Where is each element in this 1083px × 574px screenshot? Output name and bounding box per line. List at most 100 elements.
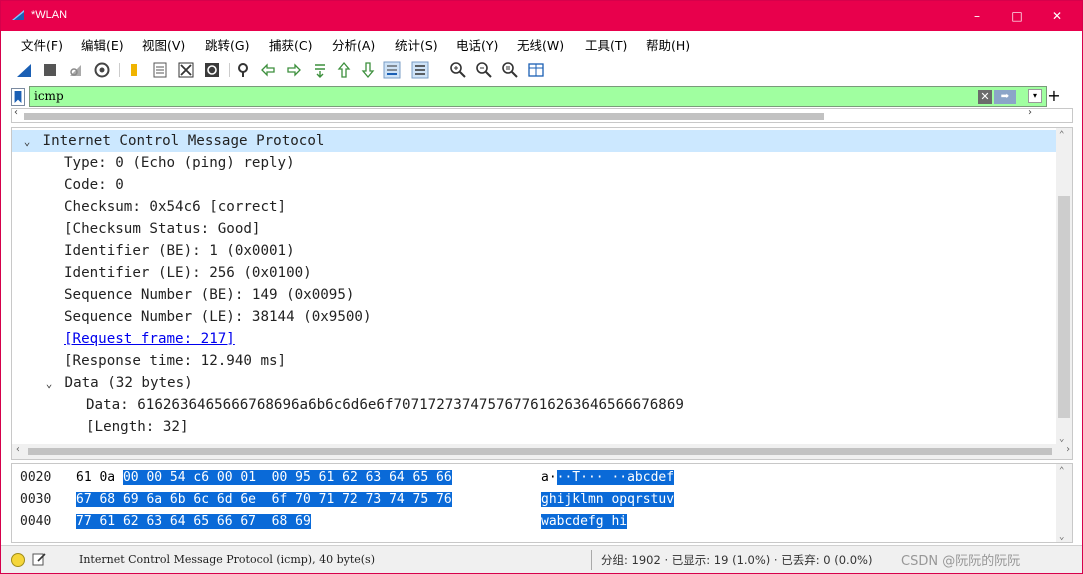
scroll-thumb[interactable] [28, 448, 1052, 455]
scroll-down-icon[interactable]: ⌄ [1059, 532, 1064, 542]
wireshark-fin-icon [12, 10, 24, 20]
menu-statistics[interactable]: 统计(S) [395, 35, 438, 54]
menu-edit[interactable]: 编辑(E) [81, 35, 124, 54]
scroll-up-icon[interactable]: ⌃ [1059, 130, 1064, 140]
detail-text: [Length: 32] [86, 419, 189, 435]
menu-view[interactable]: 视图(V) [142, 35, 185, 54]
scroll-right-icon[interactable]: › [1065, 444, 1071, 455]
detail-text: Type: 0 (Echo (ping) reply) [64, 155, 295, 171]
expert-info-led-icon[interactable] [11, 553, 25, 567]
go-back-icon[interactable] [259, 61, 277, 79]
add-filter-button[interactable]: + [1047, 86, 1061, 106]
status-bar: Internet Control Message Protocol (icmp)… [1, 545, 1082, 573]
stop-capture-icon[interactable] [41, 61, 59, 79]
menu-help[interactable]: 帮助(H) [646, 35, 690, 54]
reload-file-icon[interactable] [203, 61, 221, 79]
byte-offset: 0030 [20, 492, 52, 507]
autoscroll-icon[interactable] [383, 61, 401, 79]
filter-history-dropdown[interactable]: ▾ [1028, 89, 1042, 103]
byte-offset: 0020 [20, 470, 52, 485]
close-button[interactable]: ✕ [1049, 8, 1065, 24]
scroll-left-icon[interactable]: ‹ [15, 444, 21, 455]
find-packet-icon[interactable] [235, 61, 253, 79]
expand-chevron-icon[interactable]: ⌄ [42, 373, 56, 395]
detail-field-row[interactable]: Identifier (LE): 256 (0x0100) [12, 262, 312, 284]
hex-highlight: 00 00 54 c6 00 01 00 95 61 62 63 64 65 6… [122, 470, 452, 485]
detail-field-row[interactable]: Checksum: 0x54c6 [correct] [12, 196, 286, 218]
detail-field-row[interactable]: Code: 0 [12, 174, 124, 196]
menu-analyze[interactable]: 分析(A) [332, 35, 375, 54]
ascii-bytes: ghijklmn opqrstuv [541, 490, 675, 510]
detail-field-row[interactable]: [Request frame: 217] [12, 328, 235, 350]
detail-field-row[interactable]: Type: 0 (Echo (ping) reply) [12, 152, 295, 174]
start-capture-icon[interactable] [15, 61, 33, 79]
scroll-thumb[interactable] [24, 113, 824, 120]
hex-highlight: 77 61 62 63 64 65 66 67 68 69 [76, 514, 311, 529]
scroll-up-icon[interactable]: ⌃ [1059, 466, 1064, 476]
detail-text: Checksum: 0x54c6 [correct] [64, 199, 287, 215]
request-frame-link[interactable]: [Request frame: 217] [64, 331, 235, 347]
detail-text: [Checksum Status: Good] [64, 221, 261, 237]
zoom-in-icon[interactable] [449, 61, 467, 79]
bytes-vertical-scrollbar[interactable]: ⌃ ⌄ [1056, 464, 1072, 542]
close-file-icon[interactable] [177, 61, 195, 79]
open-file-icon[interactable] [125, 61, 143, 79]
menu-tools[interactable]: 工具(T) [585, 35, 627, 54]
packet-bytes-pane: 0020 61 0a 00 00 54 c6 00 01 00 95 61 62… [11, 463, 1073, 543]
scroll-left-icon[interactable]: ‹ [14, 109, 18, 118]
detail-field-row[interactable]: Sequence Number (BE): 149 (0x0095) [12, 284, 354, 306]
detail-field-row[interactable]: [Length: 32] [12, 416, 189, 438]
menu-file[interactable]: 文件(F) [21, 35, 63, 54]
capture-options-icon[interactable] [93, 61, 111, 79]
detail-field-row[interactable]: Data: 6162636465666768696a6b6c6d6e6f7071… [12, 394, 684, 416]
detail-text: [Response time: 12.940 ms] [64, 353, 287, 369]
save-file-icon[interactable] [151, 61, 169, 79]
scroll-right-icon[interactable]: › [1028, 109, 1032, 118]
expand-chevron-icon[interactable]: ⌄ [20, 131, 34, 153]
apply-filter-icon[interactable]: ➡ [994, 90, 1016, 104]
status-divider [591, 550, 592, 570]
detail-text: Identifier (BE): 1 (0x0001) [64, 243, 295, 259]
details-horizontal-scrollbar[interactable]: ‹ › [12, 444, 1072, 459]
hex-bytes: 77 61 62 63 64 65 66 67 68 69 [76, 512, 311, 532]
first-packet-icon[interactable] [335, 61, 353, 79]
edit-comment-icon[interactable] [31, 551, 47, 567]
go-forward-icon[interactable] [285, 61, 303, 79]
restart-capture-icon[interactable] [67, 61, 85, 79]
clear-filter-icon[interactable]: ✕ [978, 90, 992, 104]
scroll-down-icon[interactable]: ⌄ [1059, 434, 1064, 444]
last-packet-icon[interactable] [359, 61, 377, 79]
maximize-button[interactable]: □ [1009, 8, 1025, 24]
filter-bookmark-icon[interactable] [11, 88, 25, 106]
detail-text: Sequence Number (BE): 149 (0x0095) [64, 287, 355, 303]
detail-field-row[interactable]: [Response time: 12.940 ms] [12, 350, 286, 372]
display-filter-input[interactable]: icmp ✕ ➡ [29, 86, 1047, 107]
detail-field-row[interactable]: Sequence Number (LE): 38144 (0x9500) [12, 306, 372, 328]
menu-telephony[interactable]: 电话(Y) [456, 35, 498, 54]
details-vertical-scrollbar[interactable]: ⌃ ⌄ [1056, 128, 1072, 446]
menu-capture[interactable]: 捕获(C) [269, 35, 312, 54]
packet-list-scrollbar[interactable]: ‹ › [11, 108, 1073, 123]
minimize-button[interactable]: – [969, 8, 985, 24]
zoom-out-icon[interactable] [475, 61, 493, 79]
colorize-icon[interactable] [411, 61, 429, 79]
resize-columns-icon[interactable] [527, 61, 545, 79]
detail-text: Data (32 bytes) [64, 375, 193, 391]
detail-subtree-row[interactable]: ⌄ Data (32 bytes) [12, 372, 193, 394]
detail-field-row[interactable]: [Checksum Status: Good] [12, 218, 260, 240]
detail-field-row[interactable]: Identifier (BE): 1 (0x0001) [12, 240, 295, 262]
hex-bytes: 67 68 69 6a 6b 6c 6d 6e 6f 70 71 72 73 7… [76, 490, 452, 510]
zoom-reset-icon[interactable] [501, 61, 519, 79]
scroll-thumb[interactable] [1058, 196, 1070, 418]
menu-wireless[interactable]: 无线(W) [517, 35, 564, 54]
packet-stats: 分组: 1902 · 已显示: 19 (1.0%) · 已丢弃: 0 (0.0%… [601, 553, 873, 567]
packet-details-pane: ⌄ Internet Control Message Protocol Type:… [11, 127, 1073, 460]
menu-go[interactable]: 跳转(G) [205, 35, 249, 54]
hex-highlight: 67 68 69 6a 6b 6c 6d 6e 6f 70 71 72 73 7… [76, 492, 452, 507]
detail-protocol-row[interactable]: ⌄ Internet Control Message Protocol [12, 130, 1057, 152]
window-title: *WLAN [31, 9, 68, 21]
filter-text: icmp [34, 89, 64, 103]
go-to-packet-icon[interactable] [311, 61, 329, 79]
detail-text: Identifier (LE): 256 (0x0100) [64, 265, 312, 281]
status-message: Internet Control Message Protocol (icmp)… [79, 553, 375, 566]
